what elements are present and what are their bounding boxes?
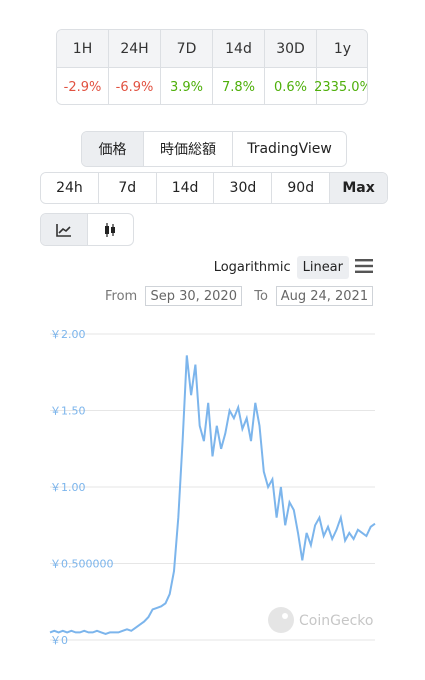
y-tick-label: ￥1.00 (50, 481, 86, 494)
scale-switch: Logarithmic Linear (208, 256, 349, 279)
range-14d[interactable]: 14d (156, 173, 215, 203)
tab-price[interactable]: 価格 (82, 132, 144, 166)
date-range-row: From Sep 30, 2020 To Aug 24, 2021 (105, 286, 373, 306)
perf-header-14d: 14d (213, 30, 265, 68)
perf-value-7d: 3.9% (161, 68, 213, 104)
range-24h[interactable]: 24h (41, 173, 99, 203)
range-90d[interactable]: 90d (272, 173, 331, 203)
perf-header-1y: 1y (317, 30, 367, 68)
price-chart: ￥2.00 ￥1.50 ￥1.00 ￥0.500000 ￥0 CoinGecko (49, 328, 376, 647)
tab-tradingview[interactable]: TradingView (233, 132, 346, 166)
perf-header-24h: 24H (109, 30, 161, 68)
y-tick-label: ￥0 (50, 634, 68, 647)
line-chart-button[interactable] (41, 214, 88, 245)
watermark-text: CoinGecko (299, 613, 373, 629)
scale-logarithmic[interactable]: Logarithmic (208, 256, 297, 279)
chart-type-tabs: 価格 時価総額 TradingView (81, 131, 347, 167)
range-max[interactable]: Max (330, 173, 387, 203)
perf-header-30d: 30D (265, 30, 317, 68)
range-30d[interactable]: 30d (214, 173, 273, 203)
coingecko-watermark: CoinGecko (268, 607, 373, 633)
time-range-tabs: 24h 7d 14d 30d 90d Max (40, 172, 388, 204)
perf-value-30d: 0.6% (265, 68, 317, 104)
coingecko-logo-icon (268, 607, 294, 633)
price-line (49, 355, 376, 635)
y-tick-label: ￥2.00 (50, 328, 86, 341)
y-tick-label: ￥0.500000 (50, 558, 114, 571)
range-7d[interactable]: 7d (98, 173, 157, 203)
from-date-input[interactable]: Sep 30, 2020 (145, 286, 243, 306)
scale-linear[interactable]: Linear (296, 256, 349, 279)
to-date-input[interactable]: Aug 24, 2021 (275, 286, 373, 306)
candlestick-button[interactable] (88, 214, 134, 245)
line-chart-icon (55, 223, 71, 237)
chart-view-toggle (40, 213, 134, 246)
from-label: From (105, 288, 138, 304)
perf-value-24h: -6.9% (109, 68, 161, 104)
candlestick-icon (105, 222, 116, 237)
performance-table: 1H 24H 7D 14d 30D 1y -2.9% -6.9% 3.9% 7.8% 0.6% 233… (56, 29, 368, 105)
perf-header-1h: 1H (57, 30, 109, 68)
to-label: To (254, 288, 268, 304)
y-tick-label: ￥1.50 (50, 405, 86, 418)
tab-market-cap[interactable]: 時価総額 (144, 132, 233, 166)
perf-value-14d: 7.8% (213, 68, 265, 104)
menu-icon[interactable] (355, 259, 373, 273)
perf-value-1y: 2335.0% (314, 68, 367, 104)
perf-value-1h: -2.9% (57, 68, 109, 104)
perf-header-7d: 7D (161, 30, 213, 68)
